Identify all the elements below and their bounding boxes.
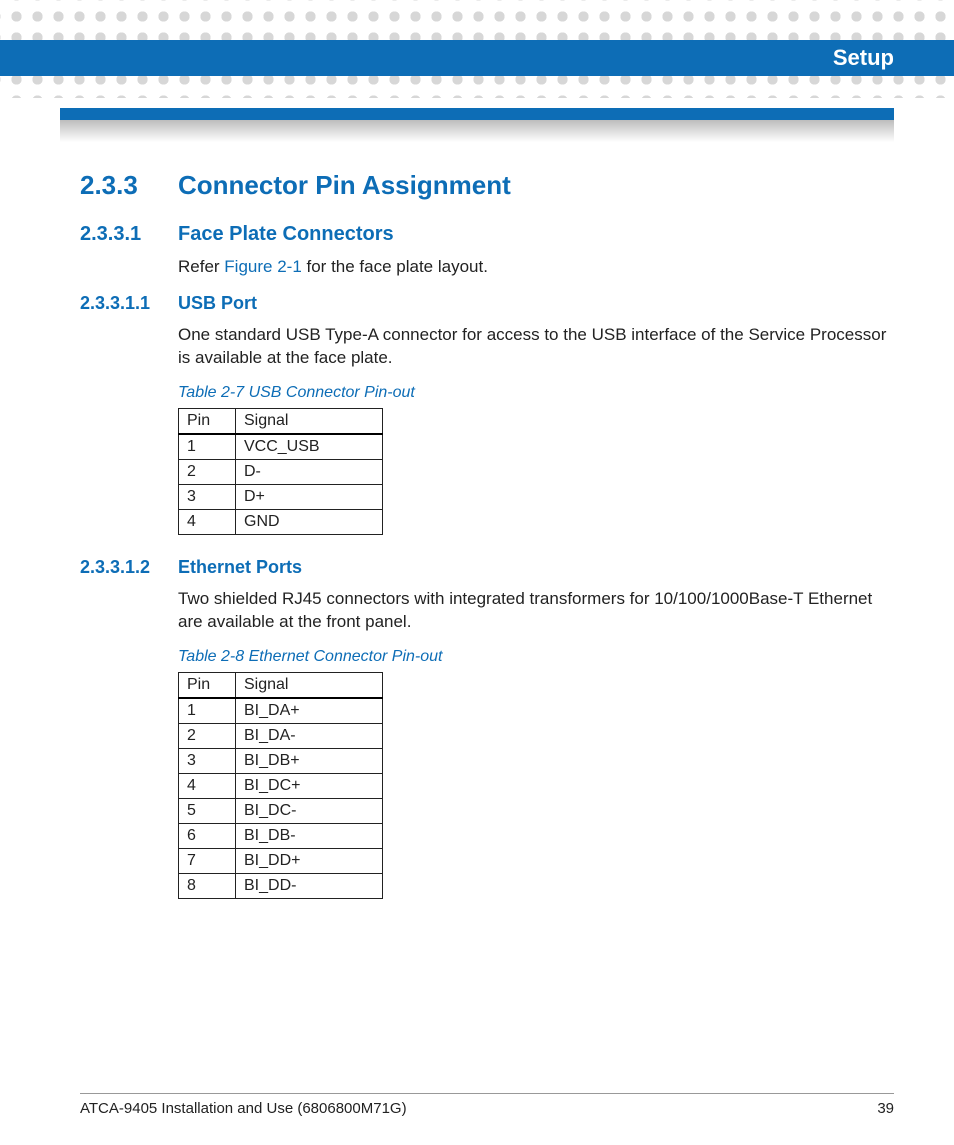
pin-cell: 1 xyxy=(179,698,236,724)
text-fragment: Refer xyxy=(178,257,224,276)
signal-cell: BI_DB+ xyxy=(236,748,383,773)
table-row: 4BI_DC+ xyxy=(179,773,383,798)
col-signal-header: Signal xyxy=(236,672,383,698)
pin-cell: 4 xyxy=(179,773,236,798)
ethernet-ports-body: Two shielded RJ45 connectors with integr… xyxy=(178,588,894,634)
signal-cell: D+ xyxy=(236,484,383,509)
section-number: 2.3.3.1 xyxy=(80,223,178,246)
pin-cell: 1 xyxy=(179,434,236,460)
pin-cell: 2 xyxy=(179,459,236,484)
chapter-title: Setup xyxy=(833,45,894,70)
section-number: 2.3.3.1.1 xyxy=(80,293,178,314)
section-number: 2.3.3.1.2 xyxy=(80,557,178,578)
pin-cell: 4 xyxy=(179,509,236,534)
usb-pinout-table: Pin Signal 1VCC_USB 2D- 3D+ 4GND xyxy=(178,408,383,535)
header-rule xyxy=(0,108,954,142)
chapter-header-bar: Setup xyxy=(0,40,954,76)
section-title: USB Port xyxy=(178,293,257,314)
section-heading-2-3-3-1-1: 2.3.3.1.1 USB Port xyxy=(80,293,894,314)
section-title: Face Plate Connectors xyxy=(178,223,394,246)
table-row: 1VCC_USB xyxy=(179,434,383,460)
page-footer: ATCA-9405 Installation and Use (6806800M… xyxy=(80,1093,894,1117)
signal-cell: BI_DD+ xyxy=(236,848,383,873)
page-content: 2.3.3 Connector Pin Assignment 2.3.3.1 F… xyxy=(80,170,894,1075)
footer-doc-title: ATCA-9405 Installation and Use (6806800M… xyxy=(80,1100,407,1117)
section-number: 2.3.3 xyxy=(80,170,178,201)
table-header-row: Pin Signal xyxy=(179,672,383,698)
section-heading-2-3-3-1-2: 2.3.3.1.2 Ethernet Ports xyxy=(80,557,894,578)
col-pin-header: Pin xyxy=(179,408,236,434)
col-pin-header: Pin xyxy=(179,672,236,698)
section-title: Ethernet Ports xyxy=(178,557,302,578)
signal-cell: VCC_USB xyxy=(236,434,383,460)
section-title: Connector Pin Assignment xyxy=(178,170,511,201)
table-row: 2BI_DA- xyxy=(179,723,383,748)
table-row: 3BI_DB+ xyxy=(179,748,383,773)
table-row: 6BI_DB- xyxy=(179,823,383,848)
table-row: 4GND xyxy=(179,509,383,534)
pin-cell: 5 xyxy=(179,798,236,823)
pin-cell: 3 xyxy=(179,748,236,773)
signal-cell: BI_DD- xyxy=(236,873,383,898)
signal-cell: D- xyxy=(236,459,383,484)
table-row: 1BI_DA+ xyxy=(179,698,383,724)
pin-cell: 7 xyxy=(179,848,236,873)
table-row: 7BI_DD+ xyxy=(179,848,383,873)
figure-link[interactable]: Figure 2-1 xyxy=(224,257,301,276)
section-heading-2-3-3: 2.3.3 Connector Pin Assignment xyxy=(80,170,894,201)
signal-cell: BI_DB- xyxy=(236,823,383,848)
ethernet-pinout-table: Pin Signal 1BI_DA+ 2BI_DA- 3BI_DB+ 4BI_D… xyxy=(178,672,383,899)
footer-page-number: 39 xyxy=(877,1100,894,1117)
pin-cell: 6 xyxy=(179,823,236,848)
table-header-row: Pin Signal xyxy=(179,408,383,434)
table-caption-usb: Table 2-7 USB Connector Pin-out xyxy=(178,384,894,402)
table-row: 3D+ xyxy=(179,484,383,509)
table-row: 5BI_DC- xyxy=(179,798,383,823)
signal-cell: GND xyxy=(236,509,383,534)
pin-cell: 3 xyxy=(179,484,236,509)
pin-cell: 2 xyxy=(179,723,236,748)
signal-cell: BI_DC- xyxy=(236,798,383,823)
pin-cell: 8 xyxy=(179,873,236,898)
signal-cell: BI_DA+ xyxy=(236,698,383,724)
col-signal-header: Signal xyxy=(236,408,383,434)
signal-cell: BI_DA- xyxy=(236,723,383,748)
table-row: 8BI_DD- xyxy=(179,873,383,898)
section-heading-2-3-3-1: 2.3.3.1 Face Plate Connectors xyxy=(80,223,894,246)
table-row: 2D- xyxy=(179,459,383,484)
text-fragment: for the face plate layout. xyxy=(302,257,488,276)
usb-port-body: One standard USB Type-A connector for ac… xyxy=(178,324,894,370)
facade-body: Refer Figure 2-1 for the face plate layo… xyxy=(178,256,894,279)
signal-cell: BI_DC+ xyxy=(236,773,383,798)
table-caption-ethernet: Table 2-8 Ethernet Connector Pin-out xyxy=(178,648,894,666)
